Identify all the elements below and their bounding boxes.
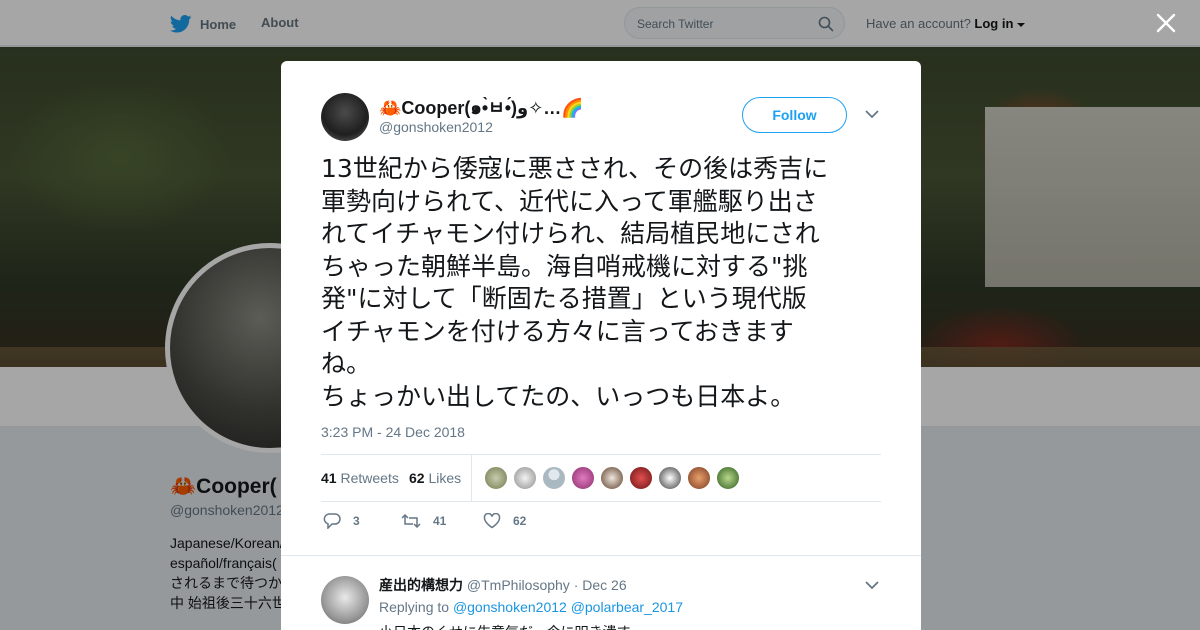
reply-header: 産出的構想力 @TmPhilosophy · Dec 26 (379, 575, 627, 595)
retweet-button[interactable]: 41 (401, 513, 446, 529)
tweet-modal: 🦀Cooper(๑•̀ㅂ•́)و✧…🌈 @gonshoken2012 Follo… (281, 61, 921, 630)
retweet-icon (401, 513, 421, 529)
liker-avatar[interactable] (542, 466, 566, 490)
like-button[interactable]: 62 (483, 513, 526, 529)
mention-link[interactable]: @polarbear_2017 (571, 599, 683, 615)
reply-author-handle[interactable]: @TmPhilosophy (467, 577, 570, 593)
like-count: 62 (513, 514, 527, 528)
tweet-text-line: 軍勢向けられて、近代に入って軍艦駆り出さ (321, 186, 818, 216)
tweet-stats: 41 Retweets 62 Likes (321, 454, 881, 502)
reply-button[interactable]: 3 (323, 513, 360, 529)
tweet-text-line: ちゃった朝鮮半島。海自哨戒機に対する"挑 (321, 251, 808, 281)
tweet-text-line: ね。 (321, 349, 372, 378)
tweet-actions: 3 41 62 (321, 511, 881, 535)
liker-avatar[interactable] (600, 466, 624, 490)
tweet-text-line: イチャモンを付ける方々に言っておきます (321, 316, 794, 346)
retweets-label: Retweets (340, 470, 399, 486)
mention-link[interactable]: @gonshoken2012 (453, 599, 567, 615)
liker-avatar[interactable] (513, 466, 537, 490)
tweet-text-line: 発"に対して「断固たる措置」という現代版 (321, 284, 807, 313)
author-handle[interactable]: @gonshoken2012 (379, 119, 493, 135)
reply-tweet[interactable]: 産出的構想力 @TmPhilosophy · Dec 26 Replying t… (281, 555, 921, 630)
author-avatar[interactable] (321, 93, 369, 141)
follow-button[interactable]: Follow (742, 97, 847, 133)
author-name[interactable]: 🦀Cooper(๑•̀ㅂ•́)و✧…🌈 (379, 93, 584, 122)
tweet-timestamp[interactable]: 3:23 PM - 24 Dec 2018 (321, 424, 465, 440)
replying-to: Replying to @gonshoken2012 @polarbear_20… (379, 599, 683, 615)
liker-avatar[interactable] (629, 466, 653, 490)
likes-label: Likes (428, 470, 462, 486)
liker-avatar[interactable] (484, 466, 508, 490)
reply-date[interactable]: · Dec 26 (574, 577, 627, 593)
reply-count: 3 (353, 514, 360, 528)
heart-icon (483, 513, 501, 529)
reply-author-name[interactable]: 産出的構想力 (379, 577, 463, 593)
reply-text: 小日本のくせに生意気だ、今に叩き潰す (379, 622, 631, 630)
close-icon[interactable] (1155, 12, 1177, 34)
chevron-down-icon[interactable] (865, 109, 879, 119)
liker-avatar[interactable] (716, 466, 740, 490)
stats-divider (471, 455, 472, 502)
retweets-stat[interactable]: 41 Retweets (321, 470, 399, 486)
tweet-text-line: 13世紀から倭寇に悪さされ、その後は秀吉に (321, 154, 829, 183)
reply-icon (323, 513, 341, 529)
chevron-down-icon[interactable] (865, 580, 879, 590)
reply-avatar[interactable] (321, 576, 369, 624)
liker-avatar[interactable] (571, 466, 595, 490)
liker-avatar[interactable] (687, 466, 711, 490)
retweet-count: 41 (433, 514, 447, 528)
tweet-text-line: れてイチャモン付けられ、結局植民地にされ (321, 219, 820, 248)
likes-count: 62 (409, 470, 425, 486)
replying-to-label: Replying to (379, 599, 450, 615)
retweets-count: 41 (321, 470, 337, 486)
tweet-text-line: ちょっかい出してたの、いっつも日本よ。 (321, 381, 796, 411)
liker-avatar[interactable] (658, 466, 682, 490)
tweet-text: 13世紀から倭寇に悪さされ、その後は秀吉に 軍勢向けられて、近代に入って軍艦駆り… (321, 153, 885, 413)
likes-stat[interactable]: 62 Likes (409, 470, 461, 486)
